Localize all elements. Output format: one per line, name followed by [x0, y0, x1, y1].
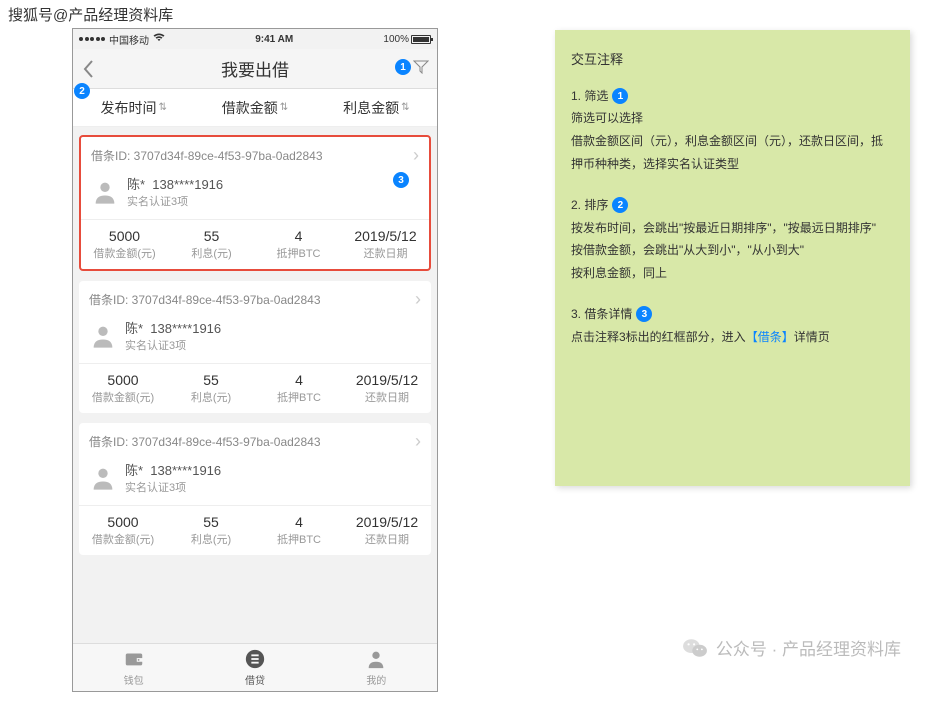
carrier-label: 中国移动	[109, 32, 149, 47]
nav-title: 我要出借	[73, 56, 437, 81]
wechat-icon	[682, 637, 708, 659]
loan-card[interactable]: 借条ID: 3707d34f-89ce-4f53-97ba-0ad2843› 陈…	[79, 423, 431, 555]
chevron-right-icon: ›	[413, 145, 419, 166]
footer-watermark: 公众号 · 产品经理资料库	[682, 635, 901, 660]
annotation-title: 交互注释	[571, 48, 894, 73]
avatar-icon	[89, 464, 117, 492]
annotation-badge-1: 1	[395, 59, 411, 75]
loan-icon	[244, 648, 266, 670]
phone-mockup: 中国移动 9:41 AM 100% 我要出借 1 2 发布时间⇅ 借款金额⇅ 利…	[72, 28, 438, 692]
loan-card[interactable]: 借条ID: 3707d34f-89ce-4f53-97ba-0ad2843 › …	[79, 135, 431, 271]
loan-id: 借条ID: 3707d34f-89ce-4f53-97ba-0ad2843	[89, 291, 321, 308]
loan-link[interactable]: 【借条】	[746, 330, 794, 344]
annotation-badge-3: 3	[393, 172, 409, 188]
annotation-body-1: 筛选可以选择 借款金额区间（元），利息金额区间（元），还款日区间，抵押币种种类，…	[571, 107, 894, 175]
loan-list: 借条ID: 3707d34f-89ce-4f53-97ba-0ad2843 › …	[73, 127, 437, 573]
loan-id: 借条ID: 3707d34f-89ce-4f53-97ba-0ad2843	[89, 433, 321, 450]
avatar-icon	[89, 322, 117, 350]
tab-loan[interactable]: 借贷	[194, 644, 315, 691]
sort-interest[interactable]: 利息金额⇅	[316, 98, 437, 118]
filter-button[interactable]: 1	[395, 59, 429, 75]
person-icon	[365, 648, 387, 670]
annotation-panel: 交互注释 1. 筛选1 筛选可以选择 借款金额区间（元），利息金额区间（元），还…	[555, 30, 910, 486]
signal-dots	[79, 37, 105, 41]
status-bar: 中国移动 9:41 AM 100%	[73, 29, 437, 49]
time-label: 9:41 AM	[255, 34, 293, 45]
loan-stats: 5000借款金额(元) 55利息(元) 4抵押BTC 2019/5/12还款日期	[81, 220, 429, 269]
loan-card[interactable]: 借条ID: 3707d34f-89ce-4f53-97ba-0ad2843› 陈…	[79, 281, 431, 413]
wifi-icon	[153, 33, 165, 45]
user-auth: 实名认证3项	[127, 193, 223, 209]
chevron-right-icon: ›	[415, 431, 421, 452]
page-watermark: 搜狐号@产品经理资料库	[8, 4, 173, 25]
wallet-icon	[123, 648, 145, 670]
avatar-icon	[91, 178, 119, 206]
sort-loan-amount[interactable]: 借款金额⇅	[194, 98, 315, 118]
battery-indicator: 100%	[383, 34, 431, 45]
chevron-right-icon: ›	[415, 289, 421, 310]
sort-bar: 2 发布时间⇅ 借款金额⇅ 利息金额⇅	[73, 89, 437, 127]
annotation-body-2: 按发布时间，会跳出"按最近日期排序"，"按最远日期排序" 按借款金额，会跳出"从…	[571, 217, 894, 285]
nav-bar: 我要出借 1	[73, 49, 437, 89]
tab-bar: 钱包 借贷 我的	[73, 643, 437, 691]
sort-publish-time[interactable]: 发布时间⇅	[73, 98, 194, 118]
annotation-badge-2: 2	[74, 83, 90, 99]
user-phone: 138****1916	[152, 177, 223, 192]
tab-wallet[interactable]: 钱包	[73, 644, 194, 691]
user-name: 陈*	[127, 177, 145, 192]
tab-mine[interactable]: 我的	[316, 644, 437, 691]
loan-id: 借条ID: 3707d34f-89ce-4f53-97ba-0ad2843	[91, 147, 323, 164]
annotation-body-3: 点击注释3标出的红框部分，进入【借条】详情页	[571, 326, 894, 349]
